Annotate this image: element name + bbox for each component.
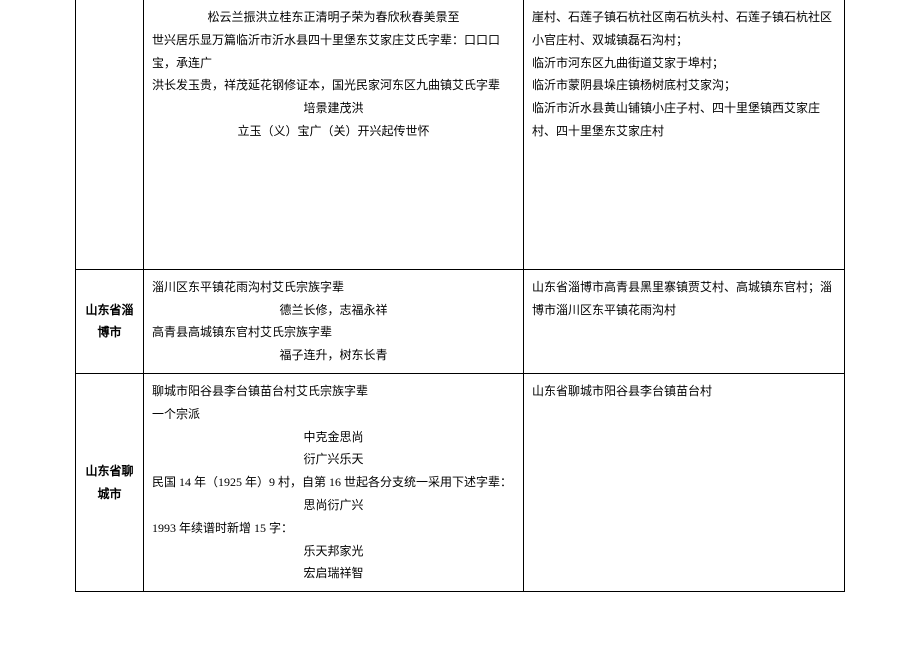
text-line: 德兰长修，志福永祥 xyxy=(152,299,515,322)
region-cell-2: 山东省聊城市 xyxy=(76,373,144,591)
middle-cell-1: 淄川区东平镇花雨沟村艾氏宗族字辈 德兰长修，志福永祥 高青县高城镇东官村艾氏宗族… xyxy=(144,269,524,373)
genealogy-table: 松云兰振洪立桂东正清明子荣为春欣秋春美景至 世兴居乐显万篇临沂市沂水县四十里堡东… xyxy=(75,0,845,592)
text-line: 淄川区东平镇花雨沟村艾氏宗族字辈 xyxy=(152,276,515,299)
right-cell-2: 山东省聊城市阳谷县李台镇苗台村 xyxy=(524,373,845,591)
middle-cell-0: 松云兰振洪立桂东正清明子荣为春欣秋春美景至 世兴居乐显万篇临沂市沂水县四十里堡东… xyxy=(144,0,524,269)
text-line: 1993 年续谱时新增 15 字： xyxy=(152,517,515,540)
text-line: 临沂市河东区九曲街道艾家于埠村； xyxy=(532,52,836,75)
text-line: 民国 14 年（1925 年）9 村，自第 16 世起各分支统一采用下述字辈： xyxy=(152,471,515,494)
text-line: 洪长发玉贵，祥茂延花钢修证本，国光民家河东区九曲镇艾氏字辈 xyxy=(152,74,515,97)
text-line: 临沂市沂水县黄山铺镇小庄子村、四十里堡镇西艾家庄村、四十里堡东艾家庄村 xyxy=(532,97,836,143)
text-line: 福子连升，树东长青 xyxy=(152,344,515,367)
text-line: 乐天邦家光 xyxy=(152,540,515,563)
text-line: 中克金思尚 xyxy=(152,426,515,449)
right-cell-1: 山东省淄博市高青县黑里寨镇贾艾村、高城镇东官村；淄博市淄川区东平镇花雨沟村 xyxy=(524,269,845,373)
text-line: 山东省聊城市阳谷县李台镇苗台村 xyxy=(532,380,836,403)
text-line: 聊城市阳谷县李台镇苗台村艾氏宗族字辈 xyxy=(152,380,515,403)
text-line: 松云兰振洪立桂东正清明子荣为春欣秋春美景至 xyxy=(152,6,515,29)
text-line: 培景建茂洪 xyxy=(152,97,515,120)
region-cell-0 xyxy=(76,0,144,269)
text-line: 立玉（义）宝广（关）开兴起传世怀 xyxy=(152,120,515,143)
text-line: 高青县高城镇东官村艾氏宗族字辈 xyxy=(152,321,515,344)
text-line: 临沂市蒙阴县垛庄镇杨树底村艾家沟； xyxy=(532,74,836,97)
text-line: 世兴居乐显万篇临沂市沂水县四十里堡东艾家庄艾氏字辈：口口口宝，承连广 xyxy=(152,29,515,75)
text-line: 宏启瑞祥智 xyxy=(152,562,515,585)
text-line: 山东省淄博市高青县黑里寨镇贾艾村、高城镇东官村；淄博市淄川区东平镇花雨沟村 xyxy=(532,276,836,322)
text-line: 一个宗派 xyxy=(152,403,515,426)
text-line: 崖村、石莲子镇石杭社区南石杭头村、石莲子镇石杭社区小官庄村、双城镇磊石沟村； xyxy=(532,6,836,52)
text-line: 思尚衍广兴 xyxy=(152,494,515,517)
text-line: 衍广兴乐天 xyxy=(152,448,515,471)
right-cell-0: 崖村、石莲子镇石杭社区南石杭头村、石莲子镇石杭社区小官庄村、双城镇磊石沟村； 临… xyxy=(524,0,845,269)
region-cell-1: 山东省淄博市 xyxy=(76,269,144,373)
middle-cell-2: 聊城市阳谷县李台镇苗台村艾氏宗族字辈 一个宗派 中克金思尚 衍广兴乐天 民国 1… xyxy=(144,373,524,591)
